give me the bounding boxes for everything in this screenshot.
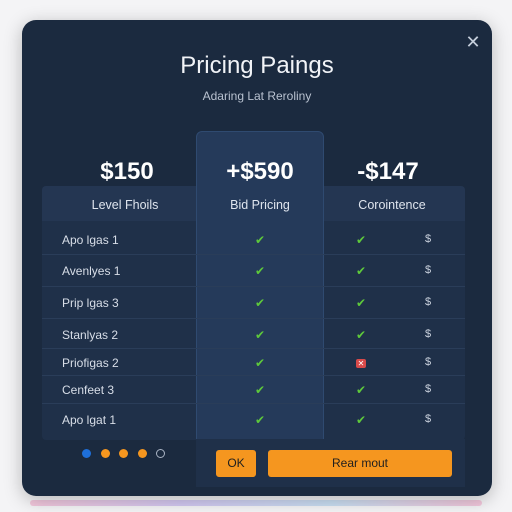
modal-title: Pricing Paings (180, 52, 334, 79)
cost-indicator: $ (424, 233, 432, 245)
row-divider (42, 318, 465, 319)
page-dot-2[interactable] (101, 449, 110, 458)
plan-3-price: -$147 (357, 158, 419, 185)
primary-action-button[interactable]: Rear mout (268, 450, 452, 477)
check-icon: ✔ (254, 264, 266, 278)
cross-icon: ✕ (356, 359, 366, 368)
ok-button[interactable]: OK (216, 450, 256, 477)
row-divider (42, 403, 465, 404)
check-icon: ✔ (355, 264, 367, 278)
check-icon: ✔ (254, 296, 266, 310)
check-icon: ✔ (355, 233, 367, 247)
page-dot-3[interactable] (119, 449, 128, 458)
check-icon: ✔ (254, 413, 266, 427)
check-icon: ✔ (355, 413, 367, 427)
check-icon: ✔ (355, 328, 367, 342)
check-icon: ✔ (254, 233, 266, 247)
row-divider (42, 375, 465, 376)
cost-indicator: $ (424, 383, 432, 395)
feature-label: Apo lgas 1 (62, 233, 119, 247)
page-dot-more[interactable] (156, 449, 165, 458)
check-icon: ✔ (254, 356, 266, 370)
check-icon: ✔ (355, 296, 367, 310)
cost-indicator: $ (424, 413, 432, 425)
feature-label: Stanlyas 2 (62, 328, 119, 342)
plan-1-name: Level Fhoils (91, 198, 159, 212)
row-divider (42, 254, 465, 255)
feature-label: Cenfeet 3 (62, 383, 115, 397)
close-icon[interactable]: ✕ (463, 32, 483, 52)
modal-subtitle: Adaring Lat Reroliny (202, 89, 312, 103)
plan-1-price: $150 (100, 158, 154, 185)
plan-3-name: Corointence (358, 198, 426, 212)
check-icon: ✔ (355, 383, 367, 397)
modal-shadow-glow (30, 500, 482, 506)
row-divider (42, 348, 465, 349)
check-icon: ✔ (254, 383, 266, 397)
cost-indicator: $ (424, 356, 432, 368)
cost-indicator: $ (424, 264, 432, 276)
feature-label: Avenlyes 1 (62, 264, 121, 278)
plan-2-name: Bid Pricing (230, 198, 290, 212)
cost-indicator: $ (424, 328, 432, 340)
row-divider (42, 286, 465, 287)
feature-label: Prip lgas 3 (62, 296, 119, 310)
page-dot-1[interactable] (82, 449, 91, 458)
cost-indicator: $ (424, 296, 432, 308)
plan-2-price: +$590 (226, 158, 294, 185)
page-dot-4[interactable] (138, 449, 147, 458)
feature-label: Apo lgat 1 (62, 413, 117, 427)
feature-label: Priofigas 2 (62, 356, 119, 370)
check-icon: ✔ (254, 328, 266, 342)
